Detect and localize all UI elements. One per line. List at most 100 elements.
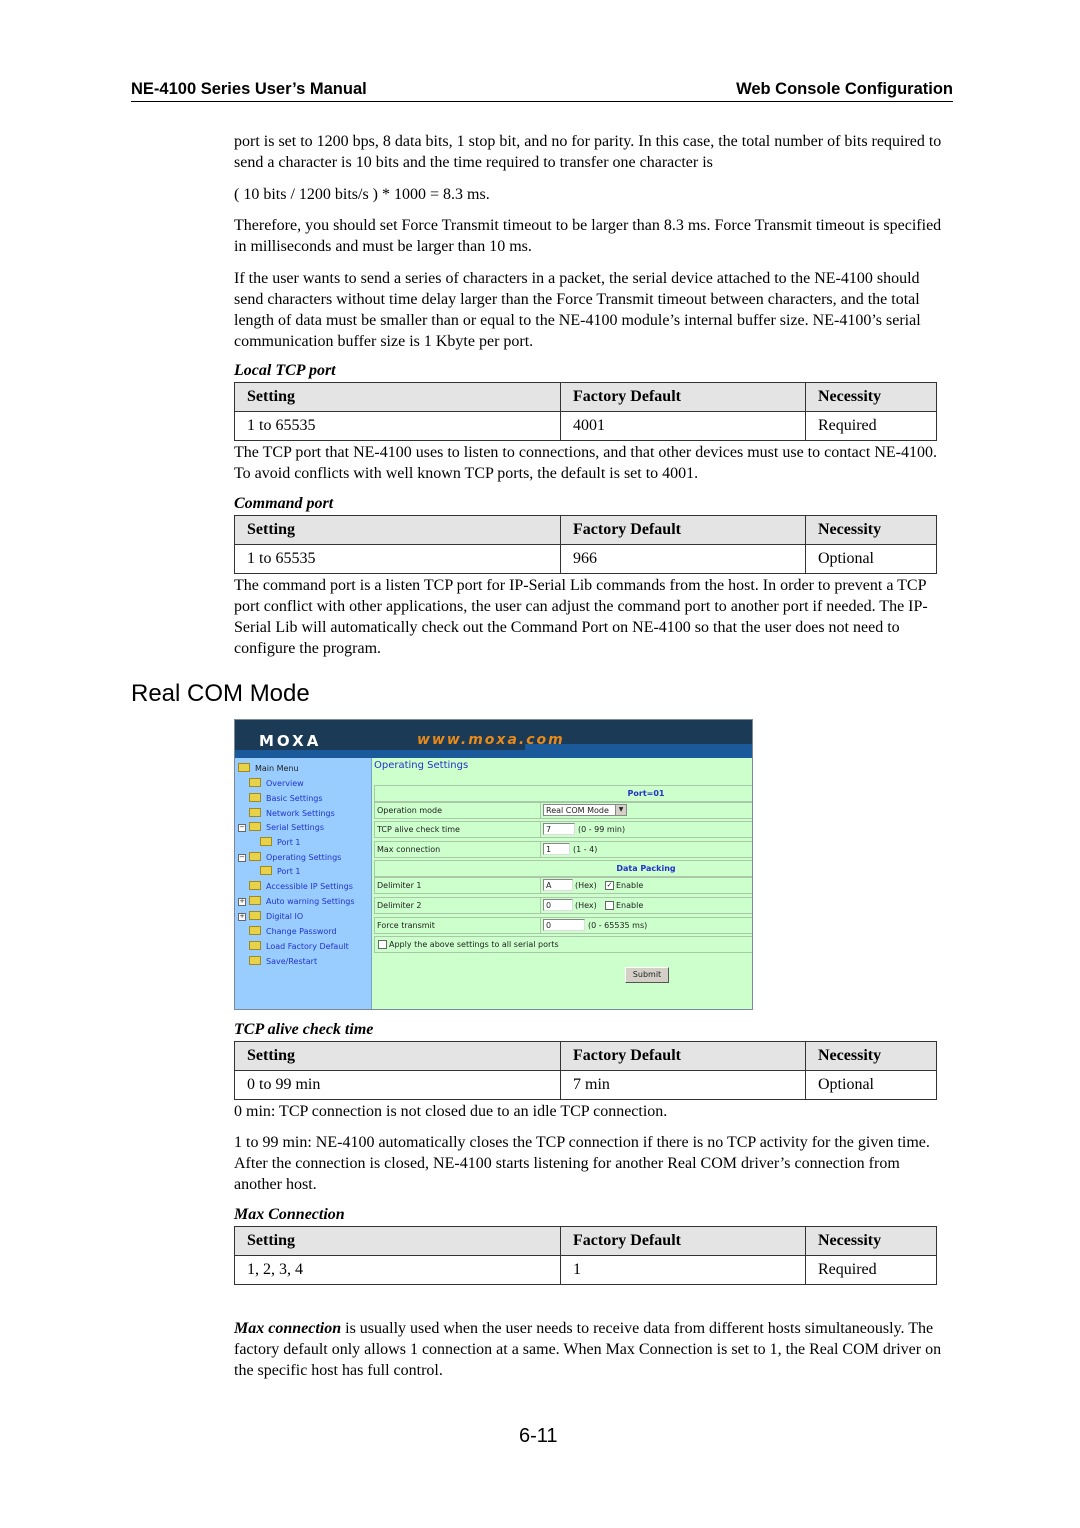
port-header: Port=01 (627, 789, 665, 798)
menu-label: Operating Settings (266, 853, 342, 862)
delimiter1-input[interactable]: A (543, 879, 573, 891)
tcp-alive-input[interactable]: 7 (543, 823, 575, 835)
expand-icon[interactable]: + (238, 913, 246, 921)
cell-necessity: Optional (805, 544, 937, 574)
page-header: NE-4100 Series User’s Manual Web Console… (131, 79, 953, 102)
operation-mode-row: Operation mode Real COM Mode ▼ (374, 802, 752, 819)
header-setting: Setting (234, 382, 561, 412)
menu-operating-settings[interactable]: Operating Settings (249, 852, 341, 864)
menu-serial-port-1[interactable]: Port 1 (260, 837, 301, 849)
menu-load-factory-default[interactable]: Load Factory Default (249, 941, 349, 953)
table-header-row: Setting Factory Default Necessity (234, 515, 937, 545)
menu-main-menu[interactable]: Main Menu (238, 763, 299, 775)
collapse-icon[interactable]: − (238, 854, 246, 862)
menu-save-restart[interactable]: Save/Restart (249, 956, 317, 968)
menu-auto-warning[interactable]: Auto warning Settings (249, 896, 355, 908)
max-connection-description-text: is usually used when the user needs to r… (234, 1320, 942, 1379)
tcp-alive-table: Setting Factory Default Necessity 0 to 9… (234, 1041, 937, 1100)
header-setting: Setting (234, 515, 561, 545)
delimiter2-enable-checkbox[interactable] (605, 901, 614, 910)
header-default: Factory Default (560, 1226, 806, 1256)
folder-open-icon (238, 763, 250, 772)
tcp-alive-cell: 7 (0 - 99 min) (540, 822, 752, 837)
page-number: 6-11 (519, 1425, 558, 1447)
table-row: 1 to 65535 966 Optional (234, 544, 937, 574)
local-tcp-port-caption: Local TCP port (234, 362, 336, 379)
menu-basic-settings[interactable]: Basic Settings (249, 793, 323, 805)
menu-digital-io[interactable]: Digital IO (249, 911, 303, 923)
expand-icon[interactable]: + (238, 898, 246, 906)
collapse-icon[interactable]: − (238, 824, 246, 832)
menu-label: Digital IO (266, 912, 304, 921)
max-connection-cell: 1 (1 - 4) (540, 842, 752, 857)
max-connection-table: Setting Factory Default Necessity 1, 2, … (234, 1226, 937, 1285)
menu-overview[interactable]: Overview (249, 778, 304, 790)
tcp-alive-caption: TCP alive check time (234, 1021, 374, 1038)
max-connection-hint: (1 - 4) (573, 845, 598, 854)
menu-change-password[interactable]: Change Password (249, 926, 337, 938)
menu-serial-settings[interactable]: Serial Settings (249, 822, 324, 834)
header-necessity: Necessity (805, 1041, 937, 1071)
force-transmit-row: Force transmit 0 (0 - 65535 ms) (374, 917, 752, 934)
menu-label: Accessible IP Settings (266, 882, 353, 891)
max-connection-emphasis: Max connection (234, 1320, 342, 1337)
cell-default: 7 min (560, 1070, 806, 1100)
cell-setting: 1, 2, 3, 4 (234, 1255, 561, 1285)
delimiter2-input[interactable]: 0 (543, 899, 573, 911)
cell-necessity: Required (805, 411, 937, 441)
cell-setting: 1 to 65535 (234, 411, 561, 441)
delimiter1-hint: (Hex) (575, 881, 597, 890)
table-row: 0 to 99 min 7 min Optional (234, 1070, 937, 1100)
menu-label: Main Menu (255, 764, 299, 773)
submit-button[interactable]: Submit (625, 967, 669, 983)
menu-label: Basic Settings (266, 794, 323, 803)
delimiter1-row: Delimiter 1 A (Hex) ✓ Enable (374, 877, 752, 894)
data-packing-header: Data Packing (616, 864, 676, 873)
delimiter2-hint: (Hex) (575, 901, 597, 910)
local-tcp-port-table: Setting Factory Default Necessity 1 to 6… (234, 382, 937, 441)
menu-label: Save/Restart (266, 957, 318, 966)
delimiter1-enable-checkbox[interactable]: ✓ (605, 881, 614, 890)
apply-all-checkbox[interactable] (378, 940, 387, 949)
force-transmit-label: Force transmit (377, 921, 435, 930)
delimiter2-enable-label: Enable (616, 901, 644, 910)
operation-mode-select[interactable]: Real COM Mode ▼ (543, 804, 627, 816)
console-content: Operating Settings Port=01 Operation mod… (372, 758, 752, 1009)
folder-icon (249, 941, 261, 950)
header-necessity: Necessity (805, 515, 937, 545)
menu-network-settings[interactable]: Network Settings (249, 808, 335, 820)
max-connection-description: Max connection is usually used when the … (234, 1318, 949, 1381)
menu-operating-port-1[interactable]: Port 1 (260, 866, 301, 878)
section-title: Real COM Mode (131, 680, 310, 707)
apply-all-row: Apply the above settings to all serial p… (374, 936, 752, 953)
header-default: Factory Default (560, 515, 806, 545)
intro-paragraph-4: If the user wants to send a series of ch… (234, 270, 921, 350)
intro-formula: ( 10 bits / 1200 bits/s ) * 1000 = 8.3 m… (234, 186, 490, 203)
max-connection-caption: Max Connection (234, 1206, 345, 1223)
moxa-url: www.moxa.com (417, 732, 565, 748)
header-necessity: Necessity (805, 382, 937, 412)
delimiter2-label: Delimiter 2 (377, 901, 422, 910)
menu-accessible-ip[interactable]: Accessible IP Settings (249, 881, 353, 893)
cell-default: 4001 (560, 411, 806, 441)
folder-open-icon (249, 852, 261, 861)
intro-paragraph-1: port is set to 1200 bps, 8 data bits, 1 … (234, 133, 942, 171)
max-connection-input[interactable]: 1 (543, 843, 570, 855)
menu-label: Port 1 (277, 867, 301, 876)
command-port-caption: Command port (234, 495, 334, 512)
folder-icon (249, 911, 261, 920)
command-port-description: The command port is a listen TCP port fo… (234, 577, 928, 657)
header-necessity: Necessity (805, 1226, 937, 1256)
max-connection-label: Max connection (377, 845, 441, 854)
folder-icon (249, 896, 261, 905)
cell-necessity: Required (805, 1255, 937, 1285)
delimiter1-cell: A (Hex) ✓ Enable (540, 878, 752, 893)
cell-setting: 0 to 99 min (234, 1070, 561, 1100)
folder-icon (249, 778, 261, 787)
data-packing-header-row: Data Packing (374, 860, 752, 877)
force-transmit-input[interactable]: 0 (543, 919, 585, 931)
force-transmit-hint: (0 - 65535 ms) (588, 921, 648, 930)
menu-label: Serial Settings (266, 823, 324, 832)
delimiter1-label: Delimiter 1 (377, 881, 422, 890)
max-connection-row: Max connection 1 (1 - 4) (374, 841, 752, 858)
